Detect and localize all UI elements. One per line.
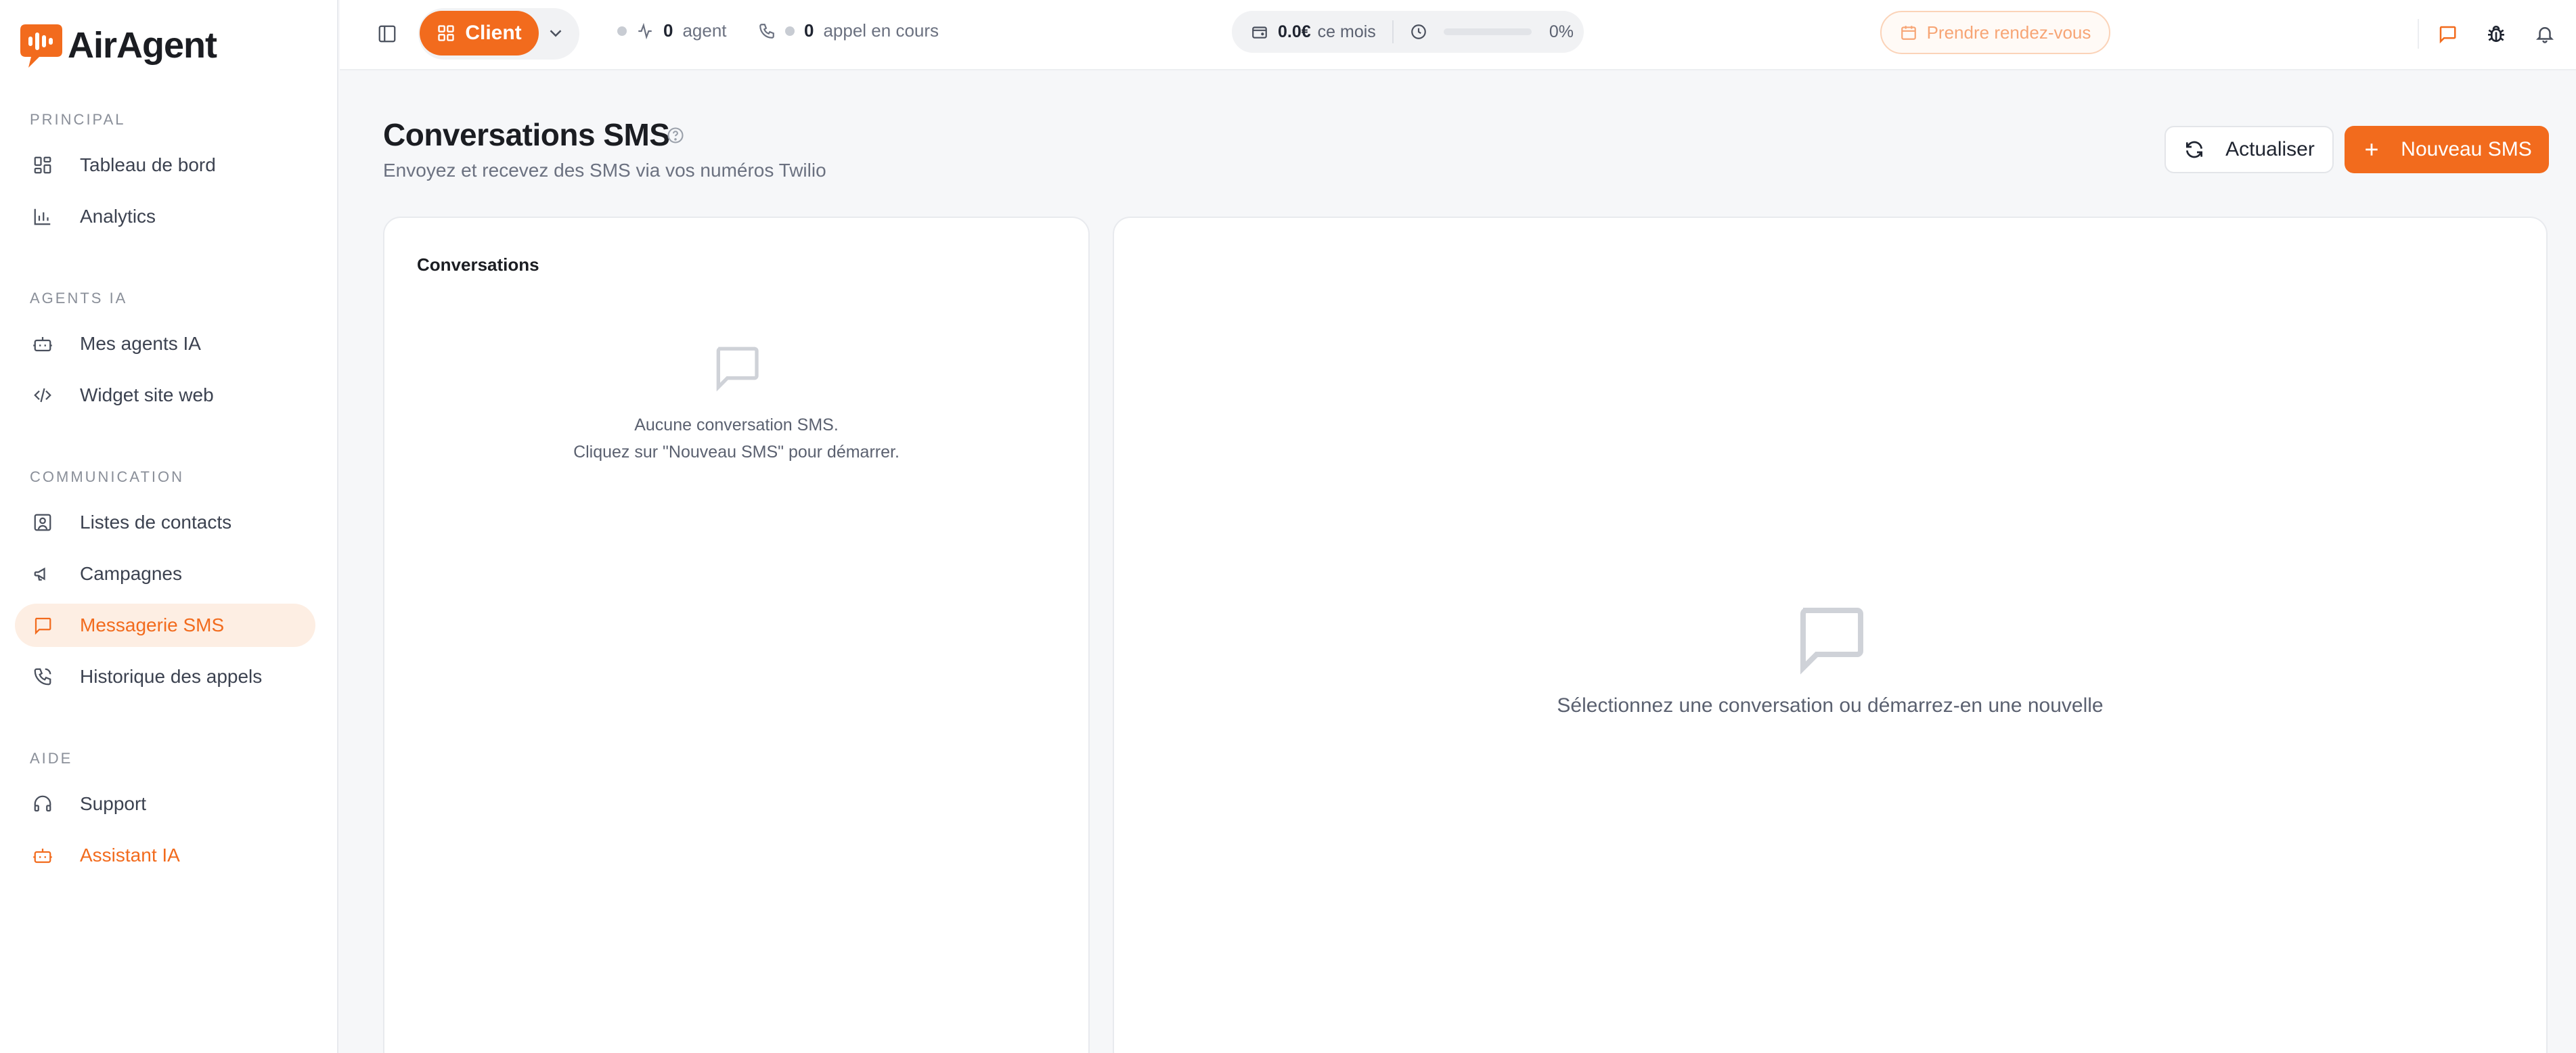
sidebar-toggle-button[interactable] [374, 20, 401, 47]
sidebar-item-assistant[interactable]: Assistant IA [15, 834, 315, 877]
sidebar-item-support[interactable]: Support [15, 782, 315, 826]
conversations-title: Conversations [417, 254, 539, 275]
chevron-down-icon[interactable] [546, 23, 566, 47]
help-icon[interactable] [666, 126, 685, 148]
sidebar-item-label: Assistant IA [80, 845, 180, 866]
activity-icon [638, 22, 652, 39]
calls-status: 0 appel en cours [758, 20, 939, 41]
app-logo[interactable]: AirAgent [19, 20, 217, 70]
sidebar: AirAgent PRINCIPAL Tableau de bord Analy… [0, 0, 338, 1053]
nav-section-title: PRINCIPAL [30, 111, 126, 128]
messages-button[interactable] [2433, 19, 2462, 49]
grid-icon [437, 24, 456, 43]
agents-status: 0 agent [617, 20, 727, 41]
sidebar-item-sms[interactable]: Messagerie SMS [15, 604, 315, 647]
calendar-icon [1900, 24, 1917, 41]
contacts-icon [31, 511, 54, 534]
conversation-detail-panel: Sélectionnez une conversation ou démarre… [1113, 217, 2548, 1053]
phone-icon [759, 23, 774, 39]
new-sms-button[interactable]: Nouveau SMS [2345, 126, 2549, 173]
topbar: Client 0 agent 0 appel en cours 0.0€ ce … [340, 0, 2576, 70]
notifications-button[interactable] [2530, 19, 2560, 49]
status-dot [617, 26, 627, 36]
empty-list-line1: Aucune conversation SMS. [634, 416, 839, 434]
app-name: AirAgent [68, 25, 217, 66]
bug-icon [2488, 26, 2504, 42]
sidebar-item-label: Tableau de bord [80, 154, 216, 175]
bell-icon [2535, 27, 2554, 43]
nav-section-title: AIDE [30, 750, 73, 767]
megaphone-icon [31, 562, 54, 585]
sidebar-item-label: Widget site web [80, 384, 214, 405]
agents-label: agent [682, 20, 727, 41]
empty-detail: Sélectionnez une conversation ou démarre… [1114, 597, 2546, 717]
dashboard-icon [31, 154, 54, 177]
usage-progress-bar [1443, 28, 1532, 35]
calls-label: appel en cours [823, 20, 939, 41]
sidebar-item-label: Messagerie SMS [80, 614, 225, 635]
sidebar-item-campaigns[interactable]: Campagnes [15, 552, 315, 596]
empty-list-line2: Cliquez sur "Nouveau SMS" pour démarrer. [573, 443, 900, 462]
sidebar-item-agents[interactable]: Mes agents IA [15, 322, 315, 365]
role-switcher[interactable]: Client [418, 8, 579, 60]
agents-count: 0 [663, 20, 673, 41]
usage-pill: 0.0€ ce mois 0% [1232, 11, 1584, 53]
sidebar-item-label: Support [80, 793, 147, 814]
nav-section-title: AGENTS IA [30, 290, 128, 307]
wallet-icon [1251, 23, 1268, 41]
bug-report-button[interactable] [2481, 19, 2511, 49]
usage-percent: 0% [1549, 22, 1574, 41]
message-icon [1114, 597, 2546, 678]
calls-count: 0 [804, 20, 814, 41]
bar-chart-icon [31, 205, 54, 228]
refresh-label: Actualiser [2225, 138, 2315, 160]
message-icon [31, 614, 54, 637]
plus-icon [2361, 139, 2382, 160]
sidebar-item-widget[interactable]: Widget site web [15, 374, 315, 417]
code-icon [31, 384, 54, 407]
page-subtitle: Envoyez et recevez des SMS via vos numér… [383, 160, 826, 181]
cost-value: 0.0€ [1278, 22, 1311, 41]
logo-icon [19, 20, 64, 70]
sidebar-item-dashboard[interactable]: Tableau de bord [15, 143, 315, 187]
sidebar-item-label: Campagnes [80, 563, 182, 584]
divider [2418, 19, 2419, 49]
new-sms-label: Nouveau SMS [2401, 138, 2532, 160]
status-dot [785, 26, 795, 36]
refresh-icon [2183, 139, 2205, 160]
message-icon [384, 340, 1088, 394]
sidebar-item-label: Mes agents IA [80, 333, 201, 354]
page-title: Conversations SMS [383, 117, 670, 152]
bot-icon [31, 844, 54, 867]
message-icon [2439, 26, 2456, 44]
cost-label: ce mois [1317, 22, 1376, 41]
appointment-label: Prendre rendez-vous [1926, 22, 2091, 43]
role-label: Client [465, 22, 522, 44]
refresh-button[interactable]: Actualiser [2164, 126, 2334, 173]
phone-history-icon [31, 665, 54, 688]
sidebar-item-call-history[interactable]: Historique des appels [15, 655, 315, 698]
sidebar-item-label: Historique des appels [80, 666, 263, 687]
bot-icon [31, 332, 54, 355]
sidebar-item-analytics[interactable]: Analytics [15, 195, 315, 238]
divider [1392, 20, 1394, 43]
role-button[interactable]: Client [420, 11, 539, 55]
sidebar-item-label: Analytics [80, 206, 156, 227]
conversations-panel: Conversations Aucune conversation SMS. C… [383, 217, 1090, 1053]
headset-icon [31, 792, 54, 815]
appointment-button[interactable]: Prendre rendez-vous [1880, 11, 2110, 54]
nav-section-title: COMMUNICATION [30, 468, 185, 485]
sidebar-item-label: Listes de contacts [80, 512, 232, 533]
sidebar-item-contacts[interactable]: Listes de contacts [15, 501, 315, 544]
panel-left-icon [378, 25, 396, 43]
empty-detail-text: Sélectionnez une conversation ou démarre… [1557, 694, 2104, 717]
clock-icon [1410, 23, 1427, 41]
empty-conversations: Aucune conversation SMS. Cliquez sur "No… [384, 340, 1088, 466]
